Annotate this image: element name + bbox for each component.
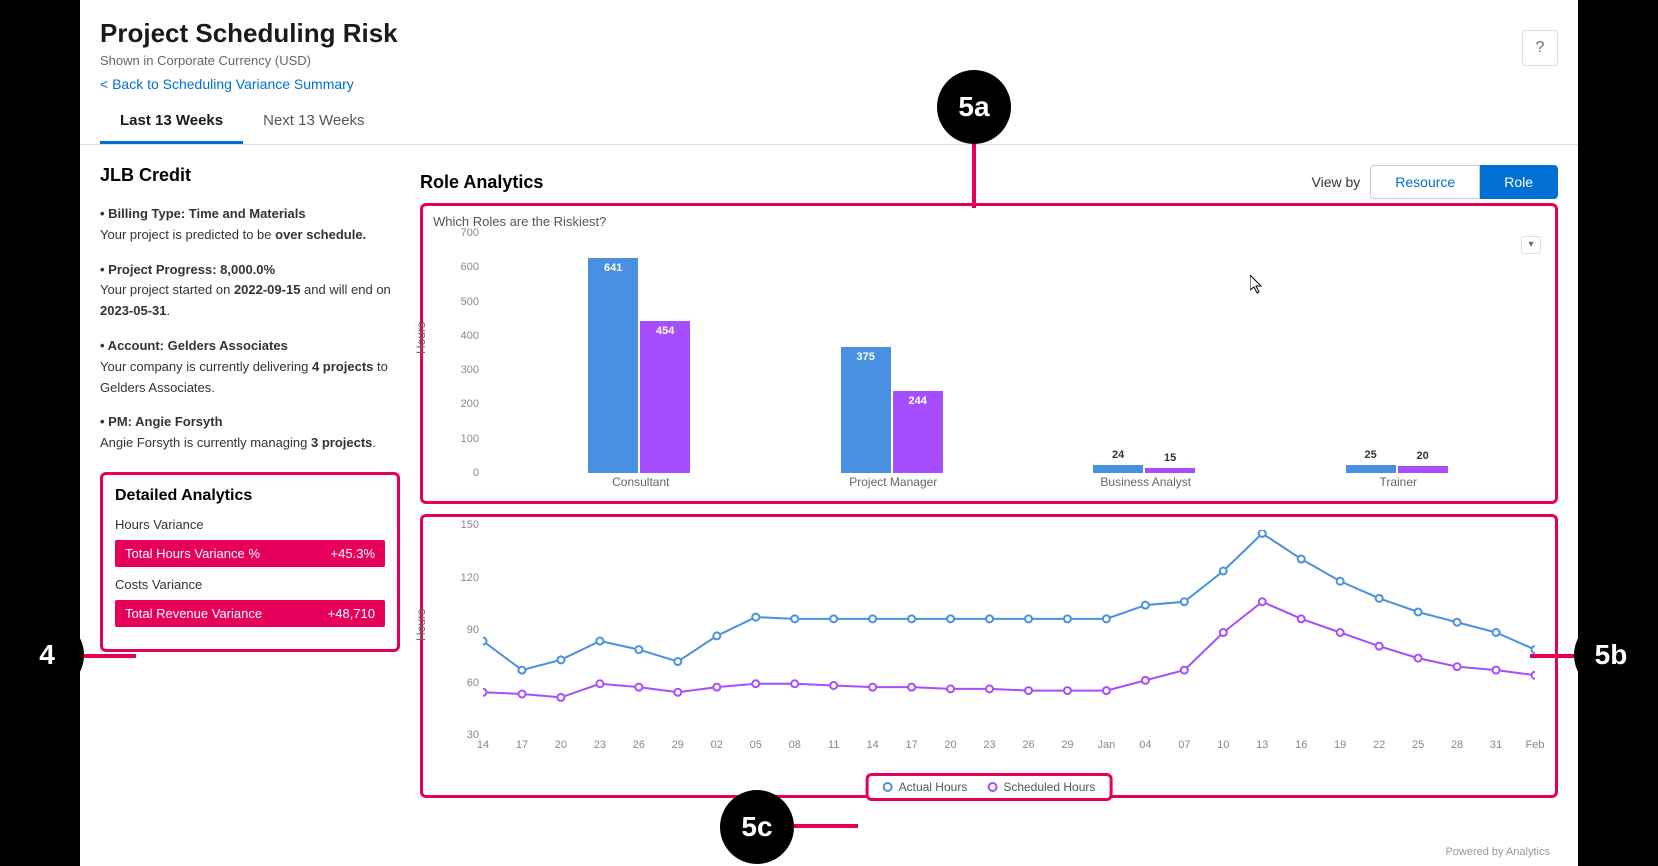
hours-variance-label: Hours Variance [115, 517, 385, 532]
tab-last-13-weeks[interactable]: Last 13 Weeks [100, 100, 243, 144]
line-y-axis-label: Hours [414, 609, 428, 641]
legend-actual-hours[interactable]: Actual Hours [883, 780, 968, 794]
app-window: ? Project Scheduling Risk Shown in Corpo… [80, 0, 1578, 866]
callout-5b: 5b [1574, 618, 1648, 692]
tab-next-13-weeks[interactable]: Next 13 Weeks [243, 100, 384, 144]
info-pm: • PM: Angie Forsyth Angie Forsyth is cur… [100, 412, 400, 454]
costs-variance-label: Costs Variance [115, 577, 385, 592]
view-by-role-button[interactable]: Role [1480, 165, 1558, 199]
legend-dot-purple-icon [987, 782, 997, 792]
legend-scheduled-hours[interactable]: Scheduled Hours [987, 780, 1095, 794]
page-subtitle: Shown in Corporate Currency (USD) [100, 53, 1558, 68]
view-by-label: View by [1312, 174, 1361, 190]
tabs-bar: Last 13 Weeks Next 13 Weeks [80, 100, 1578, 145]
page-header: Project Scheduling Risk Shown in Corpora… [80, 0, 1578, 100]
callout-4: 4 [10, 618, 84, 692]
hours-line-chart: Hours 306090120150 141720232629020508111… [433, 525, 1545, 775]
role-bar-chart: Hours 0100200300400500600700 64145437524… [433, 233, 1545, 493]
total-revenue-variance-row[interactable]: Total Revenue Variance +48,710 [115, 600, 385, 627]
back-link[interactable]: < Back to Scheduling Variance Summary [100, 76, 1558, 92]
line-chart-legend: Actual Hours Scheduled Hours [866, 773, 1113, 801]
cursor-icon [1250, 275, 1266, 300]
detailed-analytics-title: Detailed Analytics [115, 487, 385, 505]
info-account: • Account: Gelders Associates Your compa… [100, 336, 400, 398]
view-by-resource-button[interactable]: Resource [1370, 165, 1480, 199]
legend-dot-blue-icon [883, 782, 893, 792]
page-title: Project Scheduling Risk [100, 18, 1558, 49]
total-hours-variance-row[interactable]: Total Hours Variance % +45.3% [115, 540, 385, 567]
help-button[interactable]: ? [1522, 30, 1558, 66]
role-analytics-title: Role Analytics [420, 172, 543, 193]
info-project-progress: • Project Progress: 8,000.0% Your projec… [100, 260, 400, 322]
info-billing-type: • Billing Type: Time and Materials Your … [100, 204, 400, 246]
powered-by-footer: Powered by Analytics [1445, 846, 1550, 858]
view-by-toggle: View by Resource Role [1312, 165, 1559, 199]
bar-y-axis-label: Hours [414, 322, 428, 354]
bar-chart-question: Which Roles are the Riskiest? [433, 214, 1545, 229]
project-name: JLB Credit [100, 165, 400, 186]
line-chart-panel: Hours 306090120150 141720232629020508111… [420, 514, 1558, 798]
callout-5a: 5a [937, 70, 1011, 144]
detailed-analytics-panel: Detailed Analytics Hours Variance Total … [100, 472, 400, 652]
bar-chart-panel: Which Roles are the Riskiest? ▾ Hours 01… [420, 203, 1558, 504]
callout-5c: 5c [720, 790, 794, 864]
